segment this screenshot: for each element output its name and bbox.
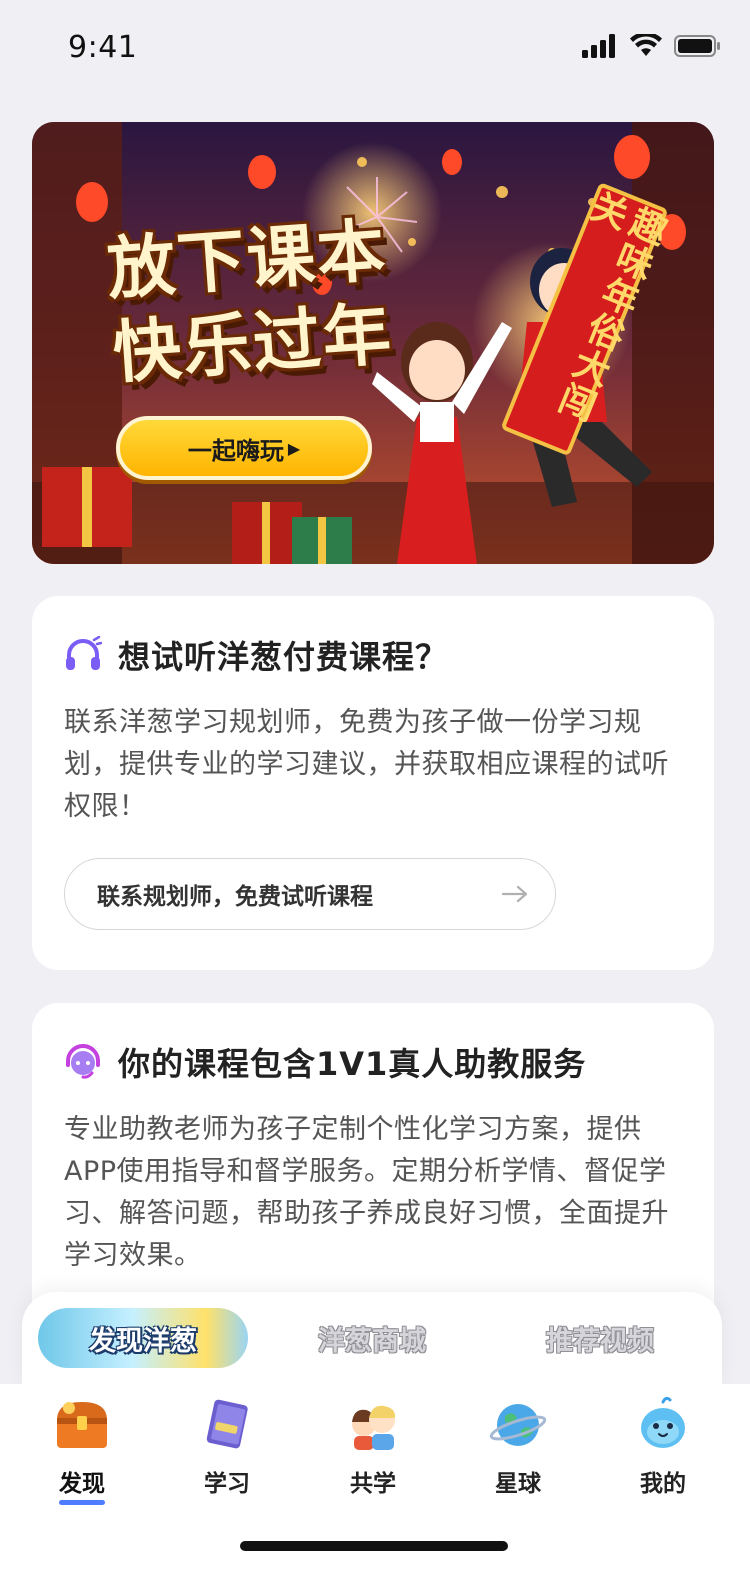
planet-icon [489, 1404, 547, 1446]
tab-planet-label: 星球 [495, 1471, 541, 1497]
status-bar: 9:41 [0, 0, 750, 96]
battery-icon [674, 35, 720, 57]
status-icons [582, 34, 720, 58]
promo-banner[interactable]: 放下课本 快乐过年 趣味年俗大闯关 一起嗨玩 ▶ [32, 122, 714, 564]
signal-icon [582, 34, 615, 58]
arrow-right-icon [501, 885, 528, 903]
discover-subnav: 发现洋葱 洋葱商城 推荐视频 [22, 1292, 722, 1392]
tab-colearn[interactable]: 共学 [318, 1394, 428, 1498]
subnav-tab-shop[interactable]: 洋葱商城 [274, 1308, 470, 1368]
tab-discover-label: 发现 [59, 1471, 105, 1497]
trial-card-header: 想试听洋葱付费课程？ [64, 632, 682, 678]
mascot-icon [641, 1396, 685, 1448]
home-indicator [240, 1541, 508, 1551]
tab-study-label: 学习 [204, 1471, 250, 1497]
service-card-title: 你的课程包含1V1真人助教服务 [118, 1045, 587, 1083]
trial-course-card: 想试听洋葱付费课程？ 联系洋葱学习规划师，免费为孩子做一份学习规划，提供专业的学… [32, 596, 714, 970]
tab-mine-label: 我的 [640, 1471, 686, 1497]
tab-discover[interactable]: 发现 [27, 1394, 137, 1505]
wifi-icon [630, 34, 662, 56]
study-book-icon [206, 1399, 248, 1449]
assistant-icon [66, 1044, 100, 1079]
trial-card-text: 联系洋葱学习规划师，免费为孩子做一份学习规划，提供专业的学习建议，并获取相应课程… [64, 707, 669, 822]
tab-planet[interactable]: 星球 [463, 1394, 573, 1498]
tab-colearn-label: 共学 [350, 1471, 396, 1497]
service-card-header: 你的课程包含1V1真人助教服务 [64, 1039, 682, 1085]
trial-card-title: 想试听洋葱付费课程？ [118, 638, 449, 676]
subnav-tab-videos[interactable]: 推荐视频 [502, 1308, 698, 1368]
banner-title: 放下课本 快乐过年 [105, 207, 426, 396]
treasure-chest-icon [57, 1402, 107, 1448]
status-time: 9:41 [68, 30, 138, 65]
banner-cta-button[interactable]: 一起嗨玩 ▶ [116, 416, 372, 480]
contact-planner-button[interactable]: 联系规划师，免费试听课程 [64, 858, 556, 930]
friends-icon [352, 1405, 396, 1450]
tab-study[interactable]: 学习 [172, 1394, 282, 1498]
banner-cta-label: 一起嗨玩 [187, 436, 284, 465]
play-arrow-icon: ▶ [287, 438, 301, 458]
subnav-tab-discover[interactable]: 发现洋葱 [38, 1308, 248, 1368]
headphones-icon [66, 636, 102, 670]
contact-planner-label: 联系规划师，免费试听课程 [97, 884, 373, 910]
tab-mine[interactable]: 我的 [608, 1394, 718, 1498]
service-card-text: 专业助教老师为孩子定制个性化学习方案，提供APP使用指导和督学服务。定期分析学情… [64, 1114, 669, 1271]
active-tab-indicator [59, 1500, 105, 1505]
